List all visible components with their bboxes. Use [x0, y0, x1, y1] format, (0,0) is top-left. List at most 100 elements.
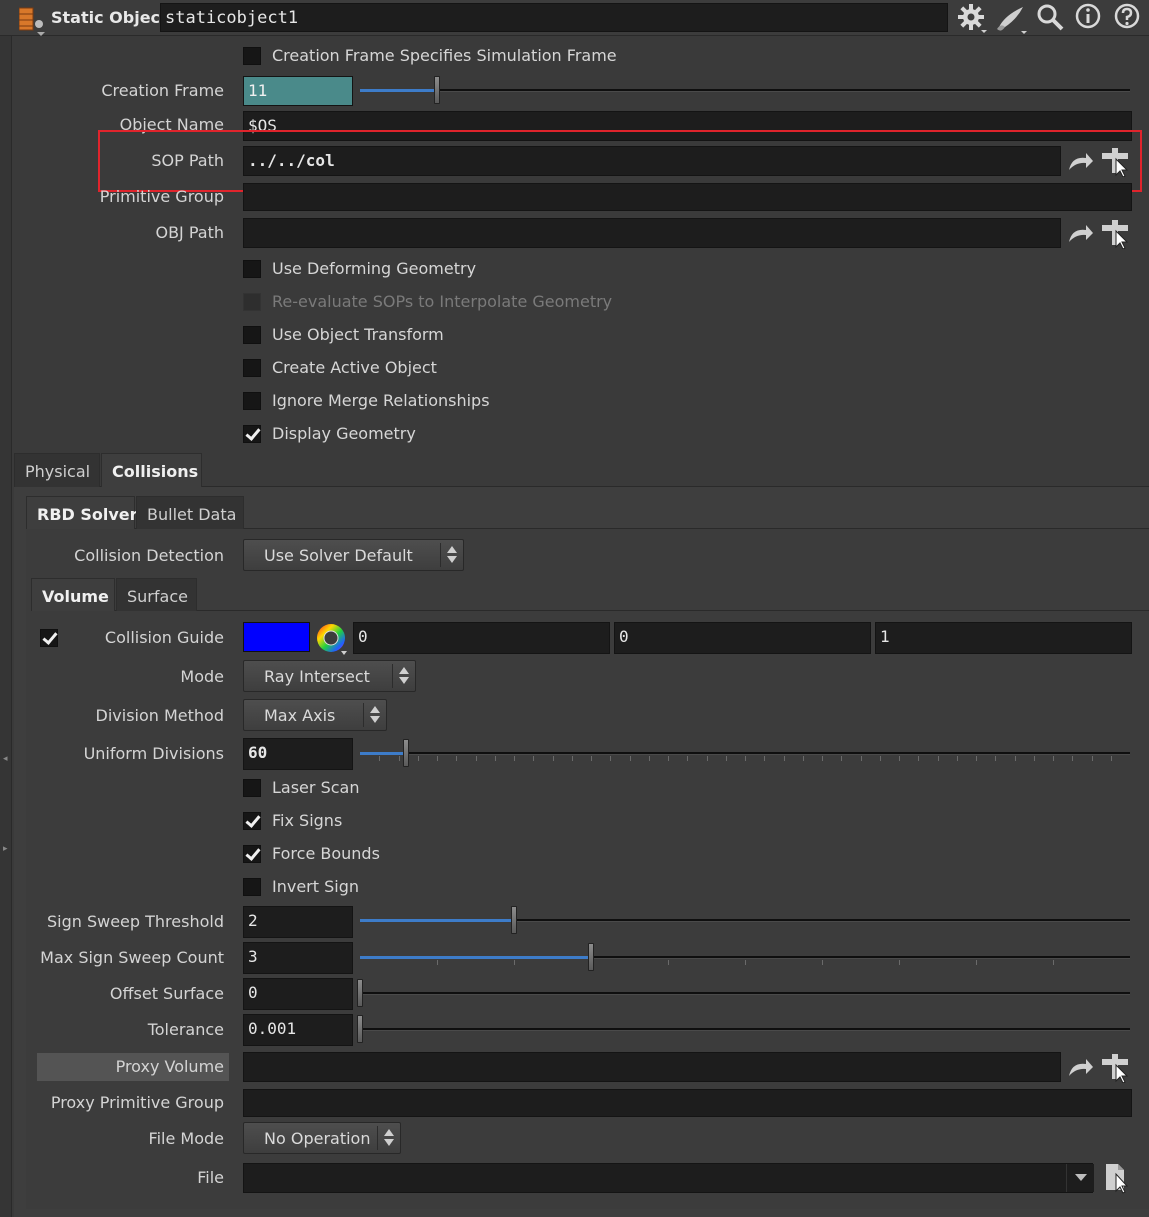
ignore-merge-label: Ignore Merge Relationships — [272, 391, 490, 410]
menu-separator — [440, 543, 441, 567]
slider-tick — [802, 756, 804, 761]
tab-collisions[interactable]: Collisions — [101, 453, 202, 487]
info-icon[interactable] — [1075, 3, 1103, 35]
tab-volume[interactable]: Volume — [31, 578, 115, 611]
creation-frame-field[interactable]: 11 — [243, 76, 353, 106]
node-name-field[interactable]: staticobject1 — [160, 3, 948, 32]
slider-tick — [860, 756, 862, 761]
offset-surface-field[interactable]: 0 — [243, 978, 353, 1010]
node-type-label: Static Object — [51, 8, 168, 27]
paint-brush-icon[interactable] — [995, 3, 1029, 39]
slider-tick — [475, 756, 477, 761]
division-method-menu[interactable]: Max Axis — [243, 699, 387, 731]
slider-tick — [745, 960, 746, 965]
slider-tick — [437, 756, 438, 761]
creation-frame-specifies-label: Creation Frame Specifies Simulation Fram… — [272, 46, 617, 65]
help-icon[interactable] — [1114, 3, 1142, 35]
creation-frame-slider[interactable] — [360, 89, 1130, 92]
chevron-down-icon — [1075, 1174, 1087, 1181]
slider-handle[interactable] — [403, 739, 410, 767]
collision-detection-menu[interactable]: Use Solver Default — [243, 539, 464, 571]
proxy-volume-field[interactable] — [243, 1052, 1061, 1082]
gear-icon[interactable] — [957, 3, 987, 37]
fix-signs-checkbox[interactable] — [243, 812, 261, 830]
up-down-arrows-icon — [384, 1127, 394, 1149]
invert-sign-checkbox[interactable] — [243, 878, 261, 896]
tab-rbd-solver[interactable]: RBD Solver — [26, 496, 138, 529]
ignore-merge-checkbox[interactable] — [243, 392, 261, 410]
search-icon[interactable] — [1036, 3, 1064, 35]
uniform-divisions-field[interactable]: 60 — [243, 738, 353, 770]
file-field[interactable] — [243, 1163, 1093, 1193]
file-label: File — [197, 1168, 224, 1187]
slider-tick — [571, 756, 573, 761]
slider-tick — [918, 756, 920, 761]
slider-handle[interactable] — [357, 979, 363, 1007]
tab-bullet-data[interactable]: Bullet Data — [136, 496, 244, 529]
menu-separator — [363, 703, 364, 727]
expand-arrow-icon[interactable]: ▸ — [3, 844, 8, 854]
slider-tick — [822, 960, 823, 965]
use-deforming-checkbox[interactable] — [243, 260, 261, 278]
proxy-node-chooser-icon[interactable] — [1100, 1051, 1132, 1087]
guide-x-field[interactable]: 0 — [353, 622, 610, 654]
guide-color-swatch[interactable] — [243, 622, 310, 652]
slider-fill — [360, 956, 591, 959]
tolerance-slider[interactable] — [360, 1028, 1130, 1031]
max-sign-field[interactable]: 3 — [243, 942, 353, 974]
force-bounds-checkbox[interactable] — [243, 845, 261, 863]
creation-frame-label: Creation Frame — [101, 81, 224, 100]
slider-tick — [1014, 756, 1016, 761]
fix-signs-label: Fix Signs — [272, 811, 343, 830]
use-object-transform-checkbox[interactable] — [243, 326, 261, 344]
create-active-checkbox[interactable] — [243, 359, 261, 377]
slider-handle[interactable] — [588, 943, 594, 971]
laser-scan-checkbox[interactable] — [243, 779, 261, 797]
slider-handle[interactable] — [357, 1015, 363, 1043]
proxy-prim-group-label: Proxy Primitive Group — [50, 1093, 224, 1112]
file-mode-menu[interactable]: No Operation — [243, 1122, 401, 1154]
slider-tick — [1033, 756, 1035, 761]
offset-surface-slider[interactable] — [360, 992, 1130, 995]
obj-path-field[interactable] — [243, 218, 1061, 248]
tab-physical[interactable]: Physical — [14, 453, 100, 487]
guide-z-field[interactable]: 1 — [875, 622, 1132, 654]
sign-sweep-field[interactable]: 2 — [243, 906, 353, 938]
reevaluate-sops-label: Re-evaluate SOPs to Interpolate Geometry — [272, 292, 613, 311]
file-chooser-icon[interactable] — [1104, 1162, 1134, 1198]
proxy-jump-to-node-icon[interactable] — [1066, 1056, 1094, 1084]
slider-handle[interactable] — [434, 76, 440, 104]
primitive-group-field[interactable] — [243, 183, 1132, 211]
uniform-divisions-slider[interactable] — [360, 752, 1130, 755]
slider-tick — [783, 756, 785, 761]
up-down-arrows-icon — [447, 544, 457, 566]
slider-tick — [514, 960, 515, 965]
division-method-value: Max Axis — [264, 706, 336, 725]
reevaluate-sops-checkbox[interactable] — [243, 293, 261, 311]
slider-tick — [610, 756, 612, 761]
slider-tick — [552, 756, 554, 761]
creation-frame-specifies-checkbox[interactable] — [243, 47, 261, 65]
collision-guide-label: Collision Guide — [104, 628, 224, 647]
slider-tick — [976, 960, 977, 965]
obj-node-chooser-icon[interactable] — [1100, 217, 1132, 253]
slider-handle[interactable] — [511, 906, 517, 934]
mode-menu[interactable]: Ray Intersect — [243, 660, 416, 692]
node-type-icon[interactable] — [18, 6, 45, 36]
tolerance-field[interactable]: 0.001 — [243, 1014, 353, 1046]
proxy-prim-group-field[interactable] — [243, 1089, 1132, 1117]
collision-guide-checkbox[interactable] — [40, 629, 58, 647]
sign-sweep-label: Sign Sweep Threshold — [46, 912, 224, 931]
display-geometry-checkbox[interactable] — [243, 425, 261, 443]
slider-tick — [841, 756, 843, 761]
guide-y-field[interactable]: 0 — [614, 622, 871, 654]
collapse-arrow-icon[interactable]: ◂ — [3, 754, 8, 764]
file-dropdown-button[interactable] — [1066, 1164, 1094, 1192]
obj-jump-to-node-icon[interactable] — [1066, 222, 1094, 250]
color-wheel-icon[interactable] — [315, 622, 349, 660]
slider-tick — [687, 756, 689, 761]
slider-tick — [591, 756, 592, 761]
tab-surface[interactable]: Surface — [116, 578, 197, 611]
slider-tick — [417, 756, 419, 761]
mode-label: Mode — [180, 667, 224, 686]
